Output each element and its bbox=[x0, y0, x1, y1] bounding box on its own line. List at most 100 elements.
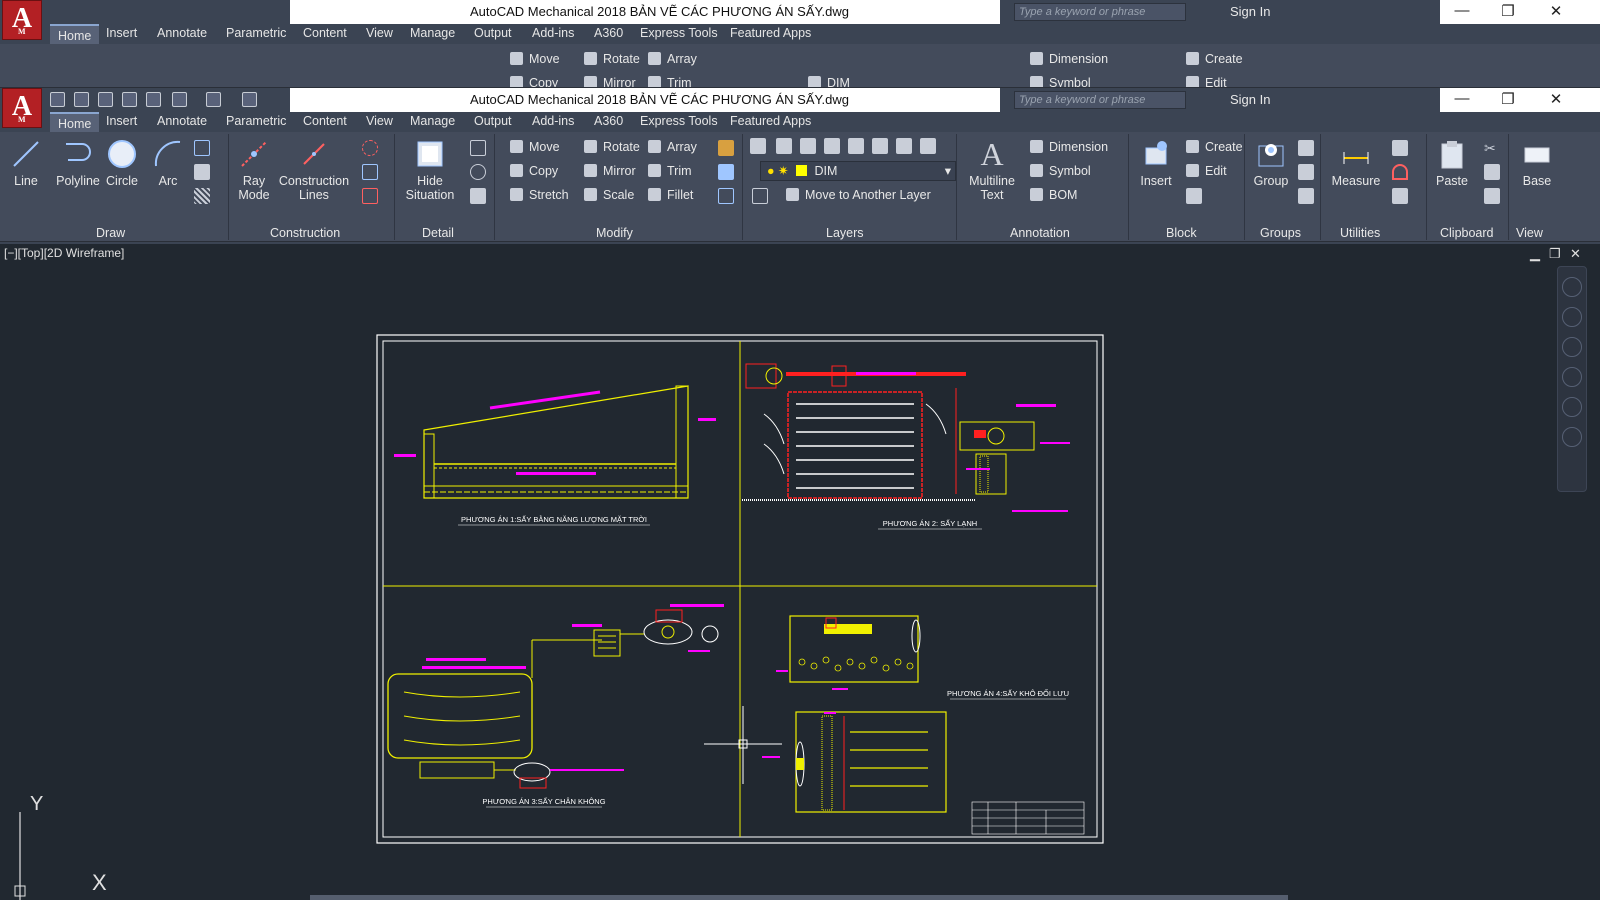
construction-circle-icon[interactable] bbox=[362, 140, 378, 156]
hide-situation-tool[interactable]: Hide Situation bbox=[402, 138, 458, 202]
back-tab-featured[interactable]: Featured Apps bbox=[730, 26, 811, 40]
group-edit-icon[interactable] bbox=[1298, 164, 1314, 180]
undo-icon[interactable] bbox=[172, 92, 187, 107]
ray-mode-tool[interactable]: Ray Mode bbox=[234, 138, 274, 202]
back-minimize-button[interactable]: — bbox=[1452, 2, 1472, 19]
navigation-bar[interactable] bbox=[1557, 266, 1587, 492]
magnet-icon[interactable] bbox=[1392, 164, 1408, 180]
rotate-tool[interactable]: Rotate bbox=[584, 140, 640, 154]
mirror-tool[interactable]: Mirror bbox=[584, 164, 636, 178]
ungroup-icon[interactable] bbox=[1298, 140, 1314, 156]
group-select-icon[interactable] bbox=[1298, 188, 1314, 204]
navbar-extra-icon[interactable] bbox=[1562, 427, 1582, 447]
construction-lines-tool[interactable]: Construction Lines bbox=[278, 138, 350, 202]
layers-panel-label[interactable]: Layers bbox=[826, 226, 864, 240]
app-logo-back[interactable]: AM bbox=[2, 0, 42, 40]
orbit-icon[interactable] bbox=[1562, 367, 1582, 387]
back-search-input[interactable]: Type a keyword or phrase bbox=[1014, 3, 1186, 21]
viewport-close-button[interactable]: ✕ bbox=[1570, 246, 1581, 262]
paste-tool[interactable]: Paste bbox=[1432, 138, 1472, 188]
layer-iso-icon[interactable] bbox=[800, 138, 816, 154]
fillet-tool[interactable]: Fillet bbox=[648, 188, 693, 202]
construction-rect-icon[interactable] bbox=[362, 164, 378, 180]
tab-content[interactable]: Content bbox=[303, 114, 347, 128]
calculator-icon[interactable] bbox=[1392, 188, 1408, 204]
block-attribute-icon[interactable] bbox=[1186, 188, 1202, 204]
scale-tool[interactable]: Scale bbox=[584, 188, 634, 202]
dimension-tool[interactable]: Dimension bbox=[1030, 140, 1108, 154]
rectangle-icon[interactable] bbox=[194, 164, 210, 180]
viewport-minimize-button[interactable]: ▁ bbox=[1530, 246, 1540, 262]
polyline-tool[interactable]: Polyline bbox=[48, 138, 108, 188]
back-tab-addins[interactable]: Add-ins bbox=[532, 26, 574, 40]
construction-delete-icon[interactable] bbox=[362, 188, 378, 204]
minimize-button[interactable]: — bbox=[1452, 90, 1472, 107]
tab-view[interactable]: View bbox=[366, 114, 393, 128]
back-tab-view[interactable]: View bbox=[366, 26, 393, 40]
tab-home[interactable]: Home bbox=[50, 112, 100, 132]
layer-off-icon[interactable] bbox=[824, 138, 840, 154]
back-tab-home[interactable]: Home bbox=[50, 24, 100, 44]
back-tab-a360[interactable]: A360 bbox=[594, 26, 623, 40]
signin-button[interactable]: Sign In bbox=[1230, 92, 1270, 107]
back-symbol-tool[interactable]: Symbol bbox=[1030, 76, 1091, 87]
block-panel-label[interactable]: Block bbox=[1166, 226, 1197, 240]
base-view-tool[interactable]: Base bbox=[1514, 138, 1560, 188]
hatch-icon[interactable] bbox=[194, 188, 210, 204]
layer-dropdown[interactable]: ● ✷ DIM ▾ bbox=[760, 161, 956, 181]
back-tab-content[interactable]: Content bbox=[303, 26, 347, 40]
back-array-tool[interactable]: Array bbox=[648, 52, 697, 66]
viewport-restore-button[interactable]: ❐ bbox=[1549, 246, 1561, 262]
tab-parametric[interactable]: Parametric bbox=[226, 114, 286, 128]
multiline-text-tool[interactable]: A Multiline Text bbox=[964, 138, 1020, 202]
back-tab-parametric[interactable]: Parametric bbox=[226, 26, 286, 40]
app-logo[interactable]: AM bbox=[2, 88, 42, 128]
stretch-tool[interactable]: Stretch bbox=[510, 188, 569, 202]
bom-tool[interactable]: BOM bbox=[1030, 188, 1077, 202]
steering-wheel-icon[interactable] bbox=[1562, 277, 1582, 297]
new-file-icon[interactable] bbox=[50, 92, 65, 107]
tab-a360[interactable]: A360 bbox=[594, 114, 623, 128]
close-button[interactable]: ✕ bbox=[1546, 90, 1566, 108]
horizontal-scrollbar[interactable] bbox=[310, 895, 1288, 900]
detail-panel-label[interactable]: Detail bbox=[422, 226, 454, 240]
layer-freeze-icon[interactable] bbox=[848, 138, 864, 154]
modify-panel-label[interactable]: Modify bbox=[596, 226, 633, 240]
search-input[interactable]: Type a keyword or phrase bbox=[1014, 91, 1186, 109]
back-rotate-tool[interactable]: Rotate bbox=[584, 52, 640, 66]
open-file-icon[interactable] bbox=[74, 92, 89, 107]
redo-icon[interactable] bbox=[206, 92, 221, 107]
tab-featured-apps[interactable]: Featured Apps bbox=[730, 114, 811, 128]
viewport-label[interactable]: [−][Top][2D Wireframe] bbox=[4, 246, 124, 260]
insert-block-tool[interactable]: Insert bbox=[1134, 138, 1178, 188]
back-tab-annotate[interactable]: Annotate bbox=[157, 26, 207, 40]
layer-walk-icon[interactable] bbox=[920, 138, 936, 154]
back-trim-tool[interactable]: Trim bbox=[648, 76, 692, 87]
clipboard-panel-label[interactable]: Clipboard bbox=[1440, 226, 1494, 240]
erase-icon[interactable] bbox=[718, 140, 734, 156]
restore-button[interactable]: ❐ bbox=[1498, 90, 1518, 108]
edit-block-tool[interactable]: Edit bbox=[1186, 164, 1227, 178]
detail-refresh-icon[interactable] bbox=[470, 164, 486, 180]
spline-icon[interactable] bbox=[194, 140, 210, 156]
cut-icon[interactable]: ✂ bbox=[1484, 140, 1500, 156]
tab-annotate[interactable]: Annotate bbox=[157, 114, 207, 128]
showmotion-icon[interactable] bbox=[1562, 397, 1582, 417]
symbol-tool[interactable]: Symbol bbox=[1030, 164, 1091, 178]
group-tool[interactable]: Group bbox=[1250, 138, 1292, 188]
zoom-icon[interactable] bbox=[1562, 307, 1582, 327]
back-copy-tool[interactable]: Copy bbox=[510, 76, 558, 87]
copy-base-icon[interactable] bbox=[1484, 188, 1500, 204]
back-layer-current[interactable]: DIM bbox=[808, 76, 850, 87]
layer-properties-icon[interactable] bbox=[750, 138, 766, 154]
back-restore-button[interactable]: ❐ bbox=[1498, 2, 1518, 20]
back-edit-tool[interactable]: Edit bbox=[1186, 76, 1227, 87]
tab-express-tools[interactable]: Express Tools bbox=[640, 114, 718, 128]
view-panel-label[interactable]: View bbox=[1516, 226, 1543, 240]
back-create-tool[interactable]: Create bbox=[1186, 52, 1243, 66]
construction-panel-label[interactable]: Construction bbox=[270, 226, 340, 240]
back-mirror-tool[interactable]: Mirror bbox=[584, 76, 636, 87]
detail-list-icon[interactable] bbox=[470, 188, 486, 204]
quick-select-icon[interactable] bbox=[1392, 140, 1408, 156]
copy-tool[interactable]: Copy bbox=[510, 164, 558, 178]
